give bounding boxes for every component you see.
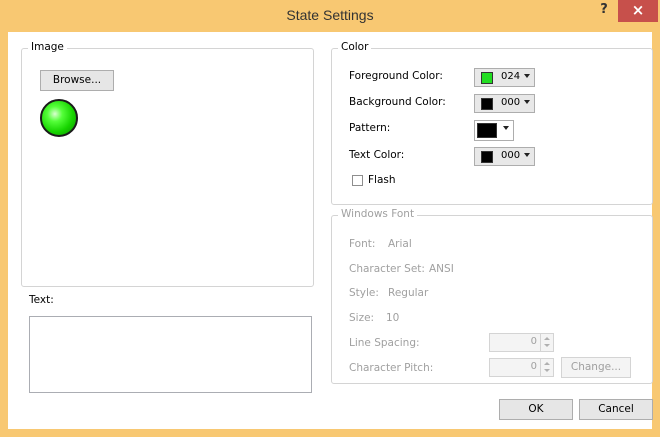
size-value: 10 bbox=[386, 312, 400, 324]
chevron-down-icon bbox=[524, 153, 530, 157]
foreground-color-swatch bbox=[481, 72, 493, 84]
image-group-label: Image bbox=[28, 41, 67, 53]
help-button[interactable]: ? bbox=[591, 0, 617, 22]
browse-button-label: Browse... bbox=[52, 74, 102, 86]
spinner-buttons[interactable] bbox=[540, 334, 553, 351]
character-pitch-label: Character Pitch: bbox=[349, 362, 434, 374]
image-group: Image Browse... bbox=[21, 41, 314, 287]
foreground-color-value: 024 bbox=[501, 71, 521, 82]
pattern-combo[interactable] bbox=[474, 120, 514, 141]
font-value: Arial bbox=[388, 238, 412, 250]
ok-button[interactable]: OK bbox=[499, 399, 573, 420]
text-input[interactable] bbox=[29, 316, 312, 393]
text-color-swatch bbox=[481, 151, 493, 163]
text-color-combo[interactable]: 000 bbox=[474, 147, 535, 166]
title-bar: State Settings ? × bbox=[0, 0, 660, 32]
browse-button[interactable]: Browse... bbox=[40, 70, 114, 91]
text-color-label: Text Color: bbox=[349, 149, 405, 161]
foreground-color-label: Foreground Color: bbox=[349, 70, 443, 82]
dialog-title: State Settings bbox=[286, 7, 374, 23]
character-set-label: Character Set: bbox=[349, 263, 425, 275]
chevron-up-icon bbox=[544, 337, 550, 340]
style-label: Style: bbox=[349, 287, 379, 299]
spinner-buttons[interactable] bbox=[540, 359, 553, 376]
background-color-label: Background Color: bbox=[349, 96, 446, 108]
size-label: Size: bbox=[349, 312, 375, 324]
character-pitch-spinner[interactable]: 0 bbox=[489, 358, 554, 377]
chevron-down-icon bbox=[524, 100, 530, 104]
cancel-button[interactable]: Cancel bbox=[579, 399, 653, 420]
windows-font-group-label: Windows Font bbox=[338, 208, 418, 220]
background-color-combo[interactable]: 000 bbox=[474, 94, 535, 113]
font-label: Font: bbox=[349, 238, 376, 250]
chevron-up-icon bbox=[544, 362, 550, 365]
chevron-down-icon bbox=[524, 74, 530, 78]
pattern-label: Pattern: bbox=[349, 122, 391, 134]
pattern-swatch bbox=[477, 123, 497, 138]
chevron-down-icon bbox=[544, 344, 550, 347]
color-group-label: Color bbox=[338, 41, 372, 53]
chevron-down-icon bbox=[544, 369, 550, 372]
background-color-swatch bbox=[481, 98, 493, 110]
text-label: Text: bbox=[29, 294, 54, 306]
dialog-body: Image Browse... Text: Color Foreground C… bbox=[8, 32, 653, 429]
line-spacing-value: 0 bbox=[530, 336, 537, 347]
flash-label: Flash bbox=[368, 174, 396, 186]
style-value: Regular bbox=[388, 287, 429, 299]
chevron-down-icon bbox=[503, 126, 509, 130]
line-spacing-label: Line Spacing: bbox=[349, 337, 420, 349]
close-button[interactable]: × bbox=[618, 0, 658, 22]
ok-button-label: OK bbox=[528, 403, 544, 415]
windows-font-group: Windows Font Font: Arial Character Set: … bbox=[331, 208, 653, 384]
lamp-image-preview bbox=[40, 99, 78, 137]
cancel-button-label: Cancel bbox=[598, 403, 634, 415]
character-set-value: ANSI bbox=[429, 263, 454, 275]
text-color-value: 000 bbox=[501, 150, 521, 161]
line-spacing-spinner[interactable]: 0 bbox=[489, 333, 554, 352]
flash-checkbox[interactable] bbox=[352, 175, 363, 186]
change-font-button[interactable]: Change... bbox=[561, 357, 631, 378]
foreground-color-combo[interactable]: 024 bbox=[474, 68, 535, 87]
background-color-value: 000 bbox=[501, 97, 521, 108]
dialog-window: State Settings ? × Image Browse... Text:… bbox=[0, 0, 660, 437]
change-font-button-label: Change... bbox=[570, 361, 622, 373]
color-group: Color Foreground Color: 024 Background C… bbox=[331, 41, 653, 205]
character-pitch-value: 0 bbox=[530, 361, 537, 372]
